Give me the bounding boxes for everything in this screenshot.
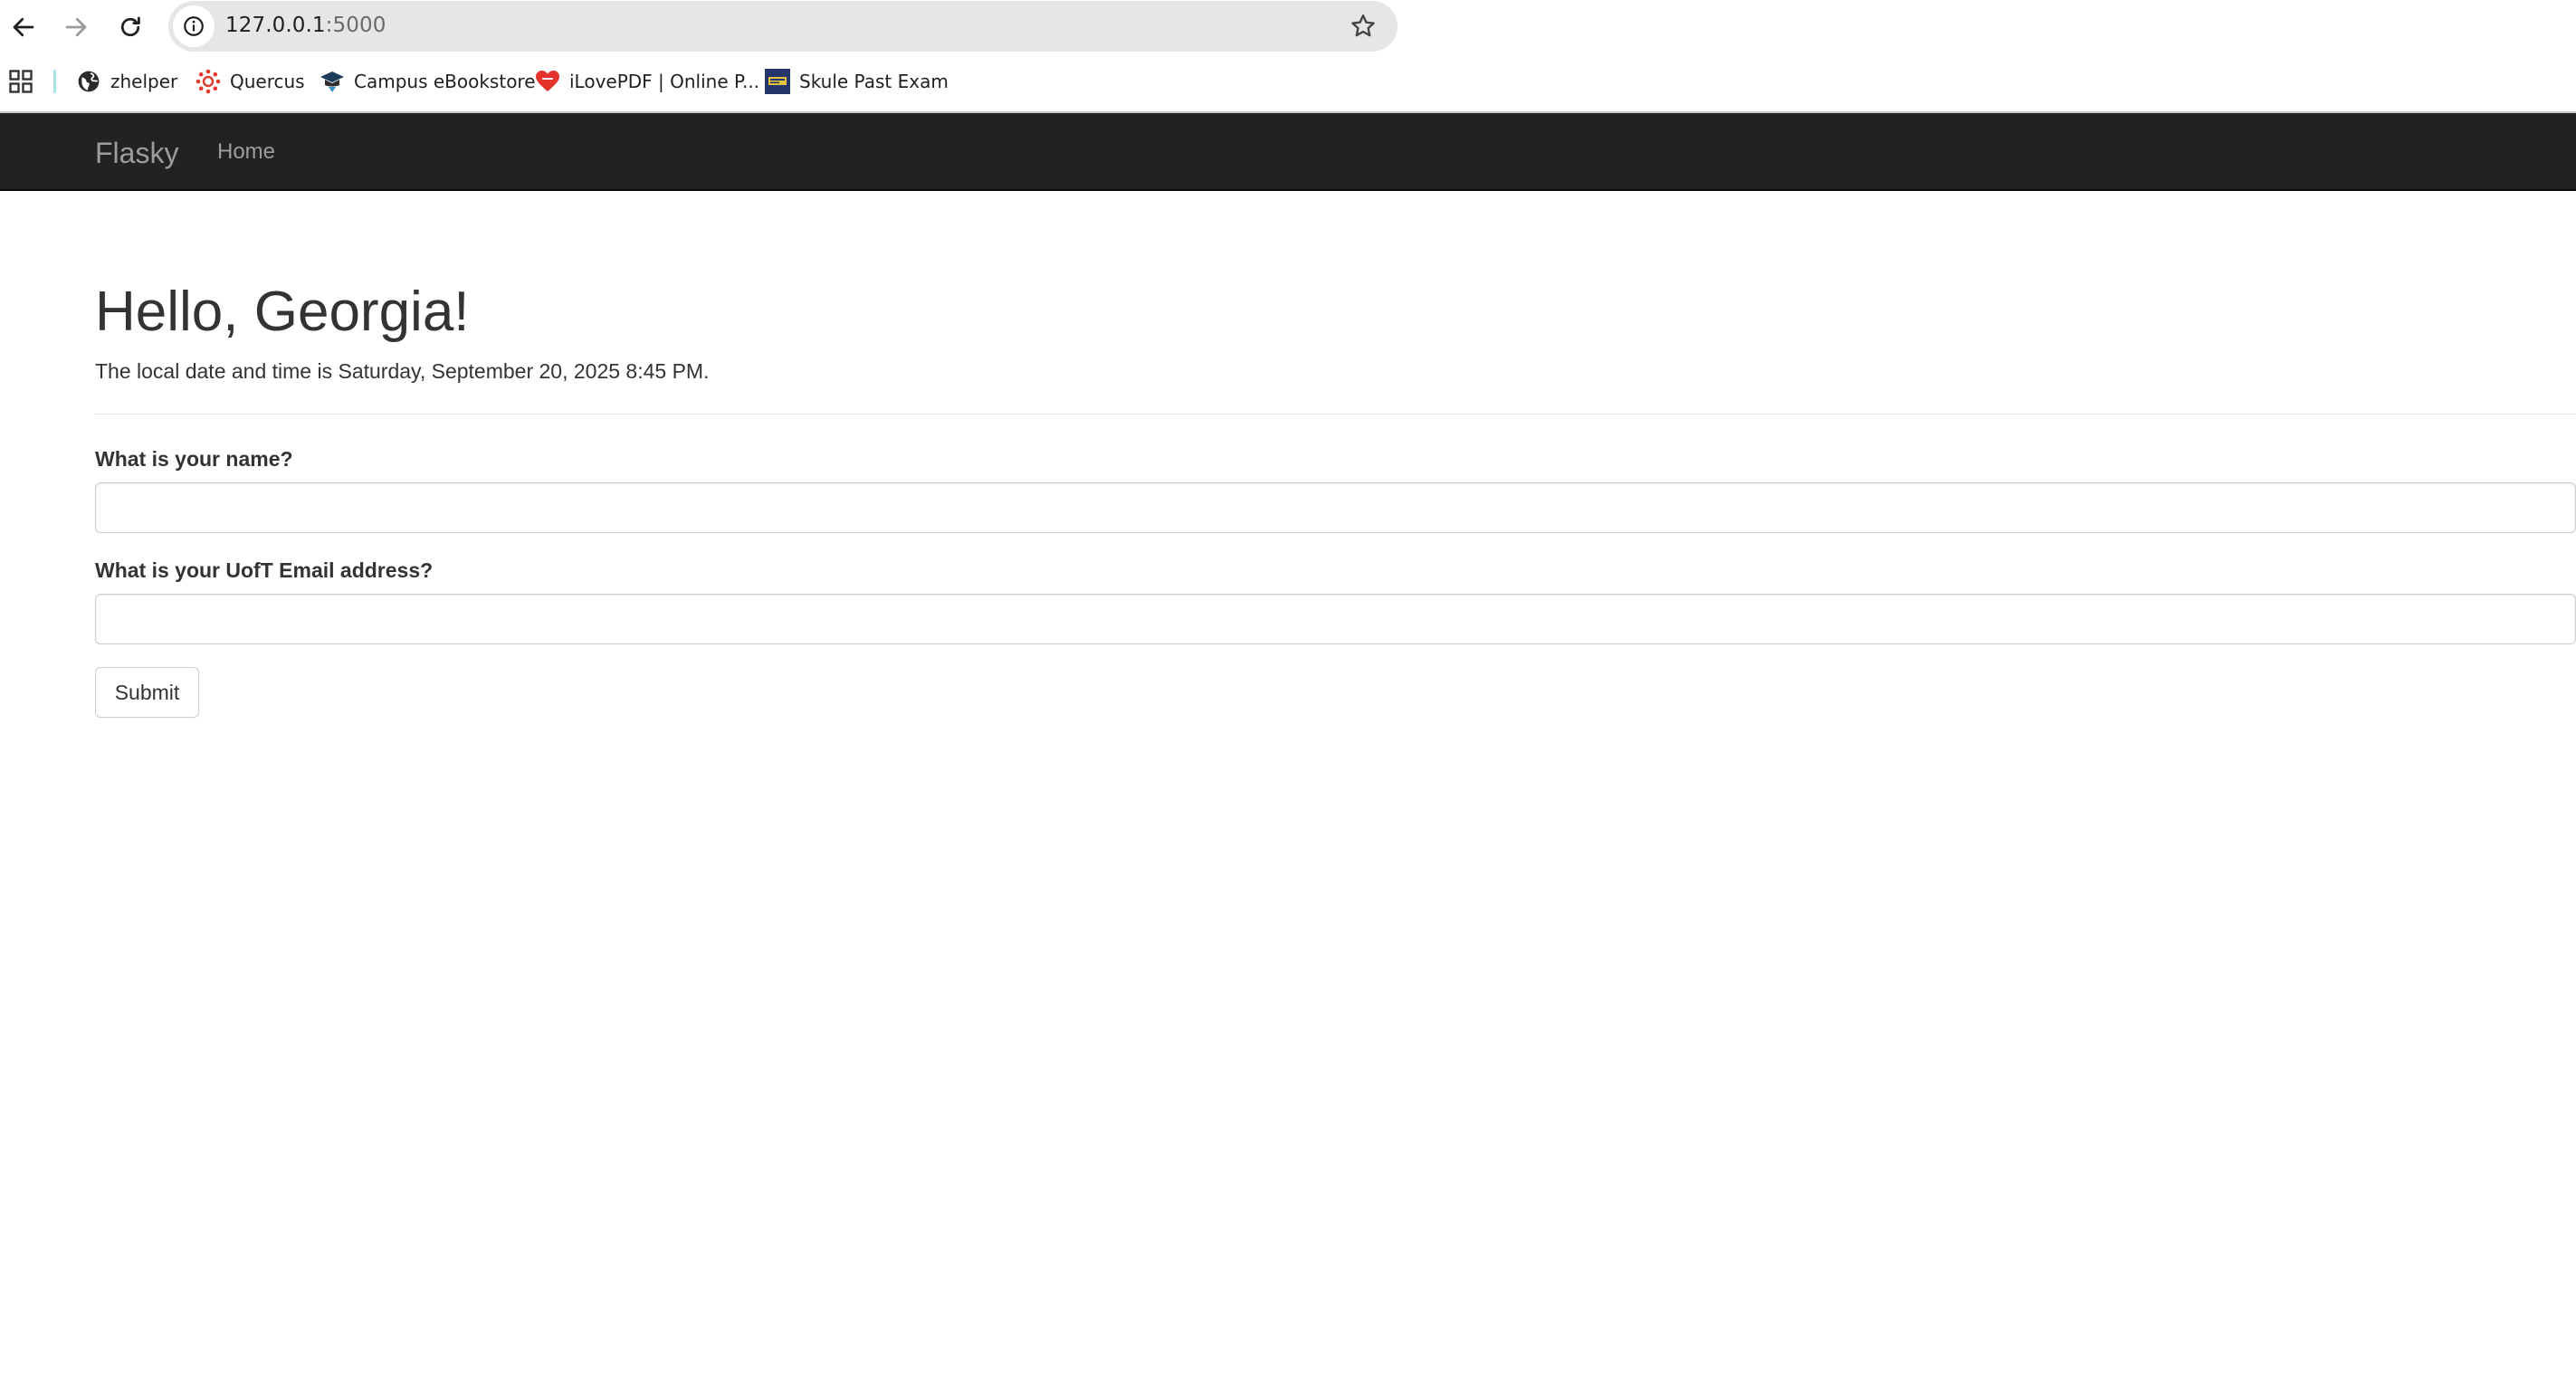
browser-toolbar: 127.0.0.1:5000 zhelper Quercus Campus eB… bbox=[0, 0, 2576, 112]
email-input[interactable] bbox=[95, 594, 2576, 644]
bookmark-label: Campus eBookstore bbox=[354, 71, 536, 92]
url-host: 127.0.0.1 bbox=[225, 14, 326, 37]
back-button[interactable] bbox=[5, 9, 42, 45]
globe-icon bbox=[76, 69, 101, 94]
reload-button[interactable] bbox=[112, 9, 148, 45]
url-port: :5000 bbox=[325, 14, 386, 37]
page-title: Hello, Georgia! bbox=[95, 281, 470, 343]
reload-icon bbox=[120, 16, 140, 37]
quercus-icon bbox=[196, 69, 221, 94]
heart-icon bbox=[535, 69, 560, 94]
section-divider bbox=[95, 414, 2576, 415]
site-info-button[interactable] bbox=[173, 5, 215, 47]
bookmark-label: Quercus bbox=[230, 71, 305, 92]
forward-button[interactable] bbox=[58, 9, 94, 45]
graduation-cap-icon bbox=[320, 69, 345, 94]
back-arrow-icon bbox=[13, 17, 34, 37]
bookmark-quercus[interactable]: Quercus bbox=[196, 65, 305, 98]
email-label: What is your UofT Email address? bbox=[95, 558, 434, 582]
bookmarks-divider bbox=[53, 70, 56, 93]
bookmark-ilovepdf[interactable]: iLovePDF | Online P... bbox=[535, 65, 759, 98]
forward-arrow-icon bbox=[65, 17, 87, 37]
skule-icon bbox=[765, 69, 790, 94]
info-icon bbox=[184, 16, 204, 36]
apps-grid-icon[interactable] bbox=[9, 70, 33, 93]
name-input[interactable] bbox=[95, 482, 2576, 533]
name-label: What is your name? bbox=[95, 447, 293, 471]
submit-button[interactable]: Submit bbox=[95, 667, 199, 718]
bookmark-campus-ebookstore[interactable]: Campus eBookstore bbox=[320, 65, 536, 98]
local-datetime-text: The local date and time is Saturday, Sep… bbox=[95, 359, 710, 383]
url-text[interactable]: 127.0.0.1:5000 bbox=[225, 14, 386, 37]
bookmark-label: zhelper bbox=[110, 71, 178, 92]
bookmark-skule-past-exam[interactable]: Skule Past Exam bbox=[765, 65, 949, 98]
bookmark-label: iLovePDF | Online P... bbox=[569, 71, 760, 92]
bookmarks-bar: zhelper Quercus Campus eBookstore iLoveP… bbox=[0, 62, 2576, 101]
navbar-brand[interactable]: Flasky bbox=[95, 137, 178, 170]
bookmark-zhelper[interactable]: zhelper bbox=[76, 65, 177, 98]
bookmark-star-icon[interactable] bbox=[1349, 12, 1378, 41]
site-navbar: Flasky Home bbox=[0, 113, 2576, 191]
nav-link-home[interactable]: Home bbox=[217, 139, 275, 165]
bookmark-label: Skule Past Exam bbox=[799, 71, 949, 92]
address-bar[interactable]: 127.0.0.1:5000 bbox=[168, 1, 1398, 52]
